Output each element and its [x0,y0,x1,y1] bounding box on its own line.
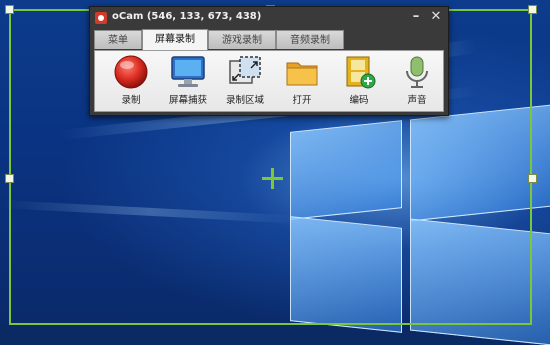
monitor-icon [171,56,205,87]
tab-menu[interactable]: 菜单 [94,30,142,49]
codec-label: 编码 [349,95,369,106]
record-area-label: 录制区域 [225,95,264,106]
record-button[interactable]: 录制 [105,54,157,110]
tab-screen-recording[interactable]: 屏幕录制 [142,29,208,50]
microphone-icon [406,56,428,88]
record-area-icon [229,56,261,84]
codec-film-icon [346,56,376,89]
record-area-button[interactable]: 录制区域 [219,54,271,110]
record-icon [114,55,148,89]
minimize-button[interactable]: – [408,9,424,25]
ocam-app-icon [95,12,107,24]
ocam-window: oCam (546, 133, 673, 438) – ✕ 菜单 屏幕录制 游戏… [89,6,449,116]
sound-button[interactable]: 声音 [391,54,443,110]
title-bar[interactable]: oCam (546, 133, 673, 438) – ✕ [90,7,448,29]
resize-handle-top-left[interactable] [5,5,14,14]
codec-button[interactable]: 编码 [333,54,385,110]
screen-capture-button[interactable]: 屏幕捕获 [162,54,214,110]
resize-handle-top-right[interactable] [528,5,537,14]
screen-capture-label: 屏幕捕获 [168,95,207,106]
tab-game-recording[interactable]: 游戏录制 [208,30,276,49]
open-label: 打开 [292,95,312,106]
tab-audio-recording[interactable]: 音频录制 [276,30,344,49]
window-title: oCam (546, 133, 673, 438) [112,11,262,22]
toolbar-panel: 录制 屏幕捕获 录制区域 打开 编码 声音 [94,50,444,112]
resize-handle-left[interactable] [5,174,14,183]
close-button[interactable]: ✕ [428,9,444,25]
open-button[interactable]: 打开 [276,54,328,110]
resize-handle-right[interactable] [528,174,537,183]
record-label: 录制 [121,95,141,106]
sound-label: 声音 [407,95,427,106]
folder-icon [286,62,318,86]
